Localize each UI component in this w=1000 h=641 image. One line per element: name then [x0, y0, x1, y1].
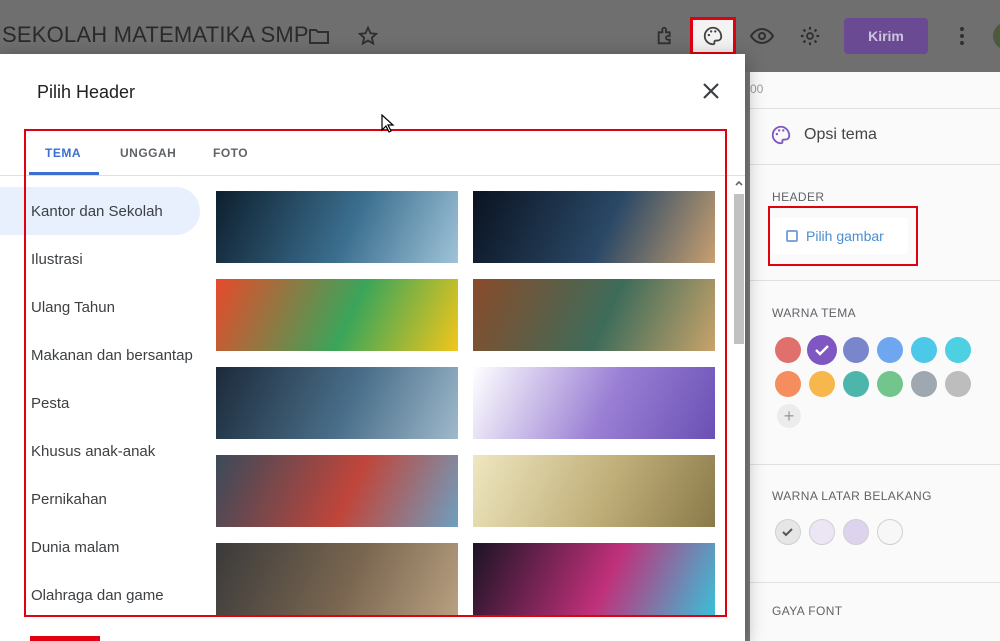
theme-options-panel: 00 Opsi tema HEADER Pilih gambar WARNA T… [750, 72, 1000, 641]
star-icon[interactable] [356, 24, 380, 48]
scrollbar-thumb[interactable] [734, 194, 744, 344]
divider [750, 280, 1000, 281]
side-panel-title: Opsi tema [804, 126, 877, 143]
pick-image-highlight [768, 206, 918, 266]
theme-color-swatch[interactable] [911, 337, 937, 363]
palette-icon [770, 124, 794, 148]
font-style-label: GAYA FONT [772, 604, 843, 618]
divider [750, 582, 1000, 583]
choose-header-dialog: Pilih Header TEMA UNGGAH FOTO Kantor dan… [0, 54, 745, 641]
bg-color-label: WARNA LATAR BELAKANG [772, 489, 932, 503]
palette-icon[interactable] [701, 24, 725, 48]
theme-color-swatch-selected[interactable] [807, 335, 837, 365]
bg-color-swatch[interactable] [809, 519, 835, 545]
more-vert-icon[interactable] [950, 24, 974, 48]
theme-color-swatch[interactable] [843, 337, 869, 363]
dialog-title: Pilih Header [37, 82, 136, 102]
bg-color-swatch[interactable] [843, 519, 869, 545]
theme-color-swatch[interactable] [809, 371, 835, 397]
folder-icon[interactable] [307, 24, 331, 48]
theme-color-swatch[interactable] [775, 371, 801, 397]
divider [750, 164, 1000, 165]
theme-color-label: WARNA TEMA [772, 306, 857, 320]
content-highlight [24, 129, 727, 617]
highlight-fragment [30, 636, 100, 641]
theme-color-swatch[interactable] [911, 371, 937, 397]
gear-icon[interactable] [798, 24, 822, 48]
theme-color-swatch[interactable] [843, 371, 869, 397]
bg-color-swatch[interactable] [877, 519, 903, 545]
avatar[interactable] [993, 22, 1000, 50]
addon-icon[interactable] [654, 24, 678, 48]
doc-title[interactable]: SEKOLAH MATEMATIKA SMP [2, 22, 309, 48]
theme-color-swatch[interactable] [945, 371, 971, 397]
theme-color-swatch[interactable] [877, 371, 903, 397]
theme-color-swatch[interactable] [877, 337, 903, 363]
scroll-up-icon [735, 180, 743, 186]
scrollbar[interactable] [731, 176, 745, 641]
eye-icon[interactable] [750, 24, 774, 48]
add-color-button[interactable]: + [777, 404, 801, 428]
divider [750, 108, 1000, 109]
mouse-cursor [381, 113, 395, 139]
header-label: HEADER [772, 190, 825, 204]
divider [750, 464, 1000, 465]
theme-color-swatch[interactable] [775, 337, 801, 363]
theme-color-swatch[interactable] [945, 337, 971, 363]
bg-color-swatch-selected[interactable] [775, 519, 801, 545]
close-icon[interactable] [700, 80, 722, 102]
partial-text: 00 [750, 82, 764, 96]
send-button[interactable]: Kirim [844, 18, 928, 54]
